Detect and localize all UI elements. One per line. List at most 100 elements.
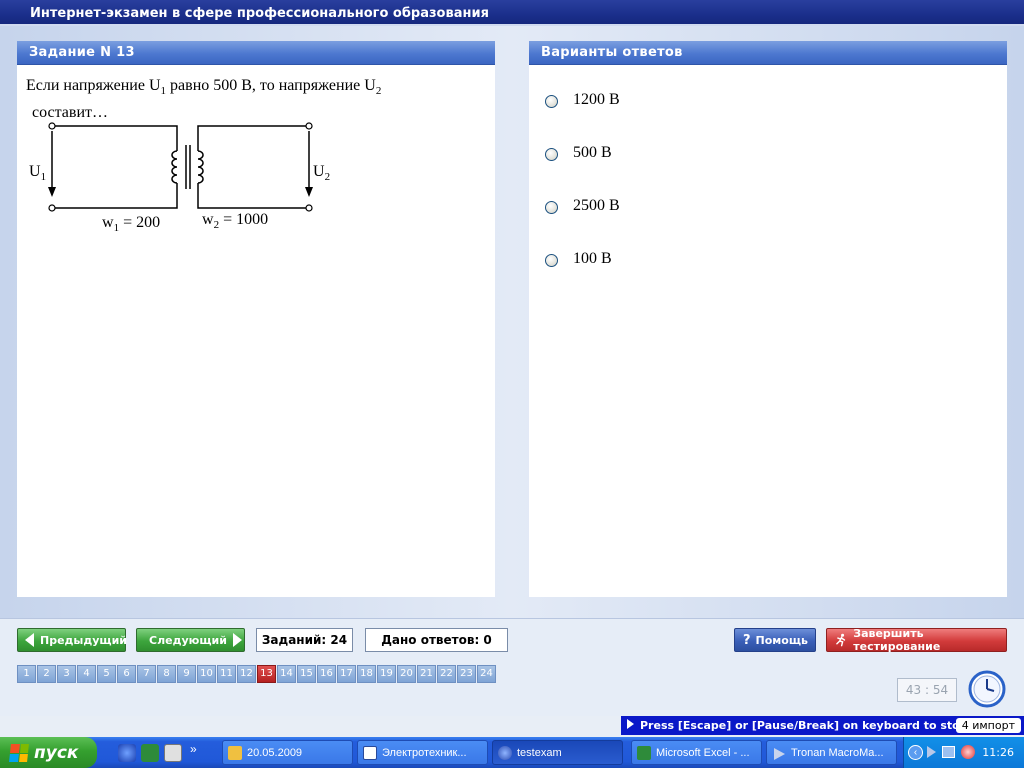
chevron-left-icon[interactable]: ‹: [908, 745, 923, 760]
question-subscript: 2: [375, 85, 382, 98]
page-button-2[interactable]: 2: [37, 665, 56, 683]
excel-icon: [637, 746, 651, 760]
page-button-10[interactable]: 10: [197, 665, 216, 683]
w2-value: = 1000: [219, 211, 268, 228]
page-button-13[interactable]: 13: [257, 665, 276, 683]
page-button-8[interactable]: 8: [157, 665, 176, 683]
quicklaunch-bmp-icon[interactable]: [164, 744, 182, 762]
page-button-23[interactable]: 23: [457, 665, 476, 683]
page-button-1[interactable]: 1: [17, 665, 36, 683]
taskbar-item-word[interactable]: Электротехник...: [357, 740, 488, 765]
page-button-18[interactable]: 18: [357, 665, 376, 683]
answer-label: 2500 В: [573, 197, 620, 214]
windows-logo-icon: [9, 743, 29, 762]
question-text: Если напряжение U1 равно 500 В, то напря…: [26, 75, 486, 123]
w1-label: w: [102, 214, 114, 231]
running-man-icon: [836, 633, 846, 647]
finish-test-button[interactable]: Завершить тестирование: [826, 627, 1007, 653]
svg-text:w1 = 200: w1 = 200: [102, 214, 160, 234]
timer-display: 43 : 54: [897, 678, 957, 702]
radio-button[interactable]: [545, 95, 558, 108]
answers-given-count: Дано ответов: 0: [365, 628, 508, 652]
hint-text: Press [Escape] or [Pause/Break] on keybo…: [640, 719, 968, 732]
macro-hint-bar: Press [Escape] or [Pause/Break] on keybo…: [621, 716, 1024, 735]
terminal: [48, 204, 56, 212]
antivirus-icon[interactable]: [961, 745, 975, 759]
answers-panel-title: Варианты ответов: [529, 41, 1007, 65]
answer-option-4[interactable]: 100 В: [545, 250, 620, 303]
previous-button-label: Предыдущий: [40, 633, 128, 647]
network-icon[interactable]: [942, 746, 955, 758]
finish-test-label: Завершить тестирование: [853, 627, 941, 653]
page-button-24[interactable]: 24: [477, 665, 496, 683]
radio-button[interactable]: [545, 148, 558, 161]
task-label: Tronan MacroMa...: [791, 747, 884, 759]
hint-badge: 4 импорт: [955, 718, 1021, 733]
radio-button[interactable]: [545, 201, 558, 214]
page-button-20[interactable]: 20: [397, 665, 416, 683]
page-button-16[interactable]: 16: [317, 665, 336, 683]
page-button-22[interactable]: 22: [437, 665, 456, 683]
radio-button[interactable]: [545, 254, 558, 267]
previous-button[interactable]: Предыдущий: [17, 628, 128, 652]
help-button[interactable]: ? Помощь: [734, 628, 816, 652]
taskbar-item-folder[interactable]: 20.05.2009: [222, 740, 353, 765]
page-button-15[interactable]: 15: [297, 665, 316, 683]
page-button-11[interactable]: 11: [217, 665, 236, 683]
page-button-5[interactable]: 5: [97, 665, 116, 683]
u2-arrow-head: [305, 187, 313, 197]
question-mark-icon: ?: [743, 632, 751, 648]
page-button-6[interactable]: 6: [117, 665, 136, 683]
u1-subscript: 1: [41, 171, 47, 183]
task-panel: Задание N 13 Если напряжение U1 равно 50…: [17, 41, 495, 597]
answer-label: 100 В: [573, 250, 612, 267]
answers-panel: Варианты ответов 1200 В 500 В 2500 В 100…: [529, 41, 1007, 597]
page-button-17[interactable]: 17: [337, 665, 356, 683]
question-part: Если напряжение U: [26, 77, 161, 94]
task-label: Microsoft Excel - ...: [656, 747, 750, 759]
arrow-right-icon: [232, 633, 242, 647]
answer-option-3[interactable]: 2500 В: [545, 197, 620, 250]
arrow-left-icon: [25, 633, 34, 647]
u2-label: U: [313, 163, 325, 180]
terminal: [305, 204, 313, 212]
svg-text:w2 = 1000: w2 = 1000: [202, 211, 268, 231]
help-button-label: Помощь: [755, 633, 808, 647]
window-title-bar: Интернет-экзамен в сфере профессионально…: [0, 0, 1024, 26]
page-button-3[interactable]: 3: [57, 665, 76, 683]
quicklaunch-browser-icon[interactable]: [118, 744, 136, 762]
next-button[interactable]: Следующий: [136, 628, 245, 652]
answer-options: 1200 В 500 В 2500 В 100 В: [545, 91, 620, 303]
chevron-right-icon[interactable]: »: [190, 742, 197, 756]
page-button-12[interactable]: 12: [237, 665, 256, 683]
page-button-21[interactable]: 21: [417, 665, 436, 683]
quicklaunch-excel-icon[interactable]: [141, 744, 159, 762]
clock-icon: [968, 670, 1006, 708]
page-button-14[interactable]: 14: [277, 665, 296, 683]
page-button-4[interactable]: 4: [77, 665, 96, 683]
page-button-19[interactable]: 19: [377, 665, 396, 683]
start-label: пуск: [34, 742, 79, 763]
taskbar-item-excel[interactable]: Microsoft Excel - ...: [631, 740, 762, 765]
folder-icon: [228, 746, 242, 760]
svg-text:U2: U2: [313, 163, 330, 183]
taskbar-item-macro[interactable]: Tronan MacroMa...: [766, 740, 897, 765]
play-icon[interactable]: [927, 746, 936, 758]
page-button-9[interactable]: 9: [177, 665, 196, 683]
task-label: 20.05.2009: [247, 747, 303, 759]
task-label: testexam: [517, 747, 562, 759]
answer-option-2[interactable]: 500 В: [545, 144, 620, 197]
task-label: Электротехник...: [382, 747, 467, 759]
page-button-7[interactable]: 7: [137, 665, 156, 683]
clock-time: 11:26: [982, 746, 1014, 759]
terminal: [305, 122, 313, 130]
system-tray: ‹ 11:26: [903, 737, 1024, 768]
w1-value: = 200: [119, 214, 160, 231]
taskbar-item-testexam[interactable]: testexam: [492, 740, 623, 765]
start-button[interactable]: пуск: [0, 737, 97, 768]
answer-label: 1200 В: [573, 91, 620, 108]
answer-option-1[interactable]: 1200 В: [545, 91, 620, 144]
u1-arrow-head: [48, 187, 56, 197]
w2-label: w: [202, 211, 214, 228]
window-title: Интернет-экзамен в сфере профессионально…: [30, 6, 489, 21]
